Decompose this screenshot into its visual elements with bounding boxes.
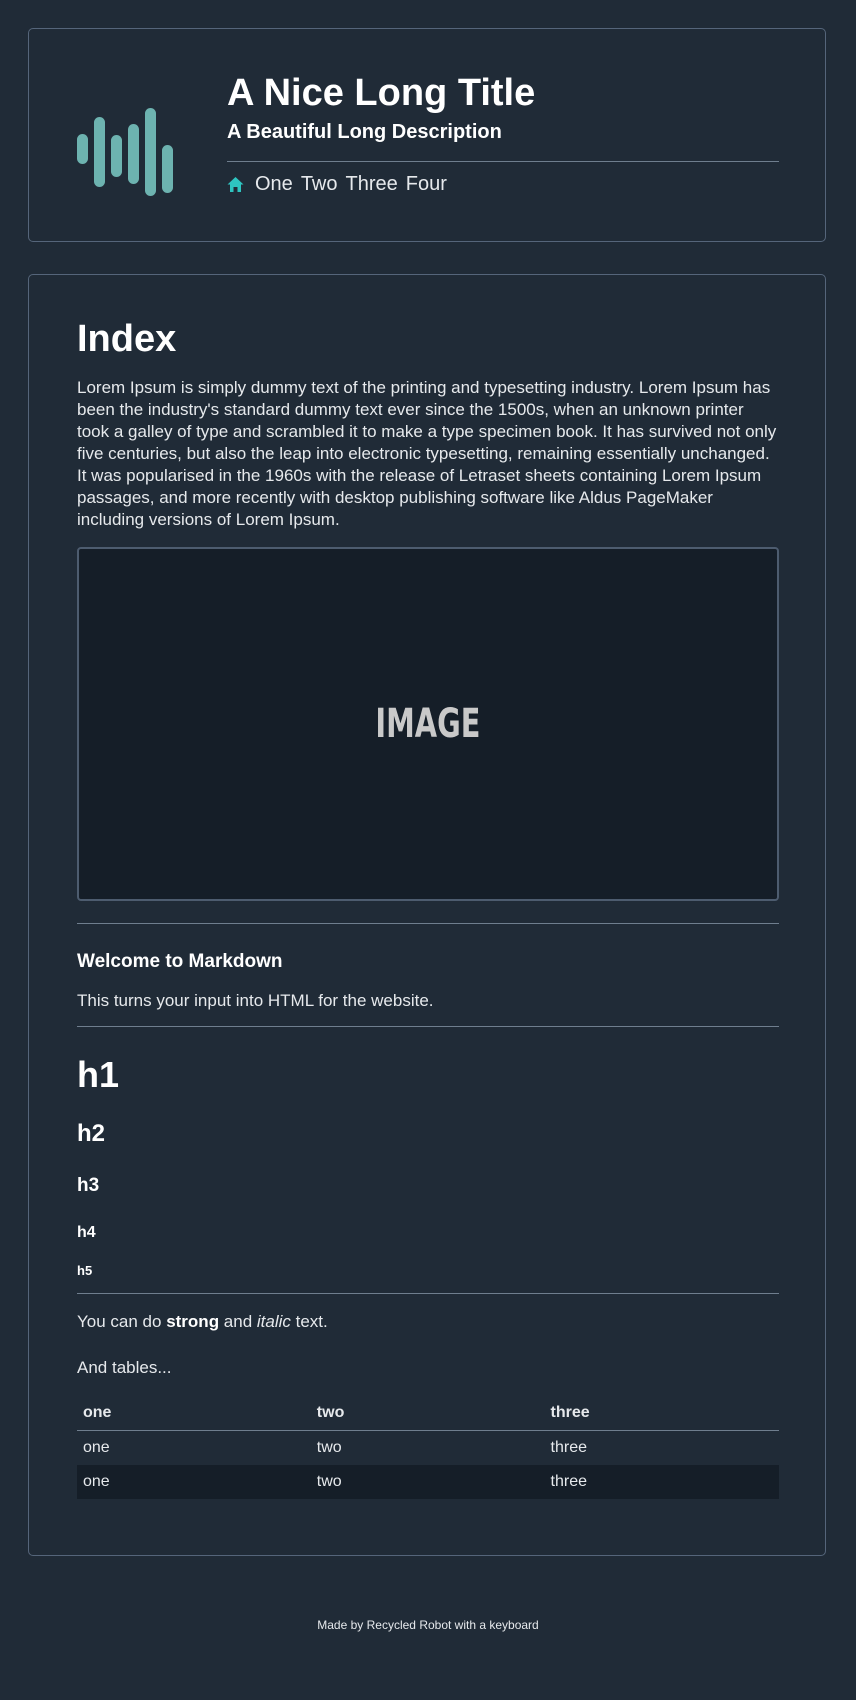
formatting-paragraph: You can do strong and italic text. [77, 1311, 779, 1333]
page-title: Index [77, 318, 177, 360]
table-cell: one [77, 1465, 311, 1499]
table-cell: one [83, 1439, 110, 1456]
image-label: IMAGE [375, 701, 481, 747]
italic-text: italic [256, 1312, 291, 1331]
header-card: A Nice Long Title A Beautiful Long Descr… [28, 28, 826, 242]
strong-text: strong [166, 1312, 220, 1331]
image-placeholder: IMAGE [77, 547, 779, 901]
welcome-text: This turns your input into HTML for the … [77, 991, 434, 1010]
table-header-cell: three [544, 1396, 779, 1431]
divider [77, 1293, 779, 1294]
table-header-row: one two three [77, 1396, 779, 1431]
site-title[interactable]: A Nice Long Title [227, 69, 779, 117]
nav-link-one[interactable]: One [255, 173, 293, 196]
nav-link-four[interactable]: Four [406, 173, 447, 196]
heading-h1: h1 [77, 1054, 120, 1095]
heading-h5: h5 [77, 1263, 93, 1278]
table-row: one two three [77, 1465, 779, 1499]
table-cell: two [316, 1439, 342, 1456]
table-cell: three [544, 1465, 779, 1499]
heading-h4: h4 [77, 1224, 96, 1241]
site-description: A Beautiful Long Description [227, 121, 502, 143]
welcome-heading: Welcome to Markdown [77, 951, 283, 972]
header-divider [227, 161, 779, 162]
home-icon[interactable] [227, 176, 244, 193]
heading-h2: h2 [77, 1120, 106, 1147]
formatting-prefix: You can do [77, 1312, 167, 1331]
data-table: one two three one two three one two thre… [77, 1396, 779, 1499]
divider [77, 1026, 779, 1027]
table-row: one two three [77, 1431, 779, 1466]
logo-icon[interactable] [77, 87, 187, 196]
formatting-middle: and [219, 1312, 257, 1331]
table-cell: three [550, 1439, 588, 1456]
table-header-cell: two [310, 1396, 545, 1431]
formatting-suffix: text. [290, 1312, 328, 1331]
footer-text: Made by Recycled Robot with a keyboard [317, 1618, 539, 1632]
divider [77, 923, 779, 924]
heading-h3: h3 [77, 1175, 100, 1196]
tables-intro: And tables... [77, 1358, 172, 1377]
nav-bar: One Two Three Four [227, 170, 779, 198]
table-cell: two [310, 1465, 545, 1499]
intro-paragraph: Lorem Ipsum is simply dummy text of the … [77, 378, 777, 529]
content-card: Index Lorem Ipsum is simply dummy text o… [28, 274, 826, 1556]
nav-link-three[interactable]: Three [346, 173, 398, 196]
table-header-cell: one [77, 1396, 311, 1431]
nav-link-two[interactable]: Two [301, 173, 338, 196]
